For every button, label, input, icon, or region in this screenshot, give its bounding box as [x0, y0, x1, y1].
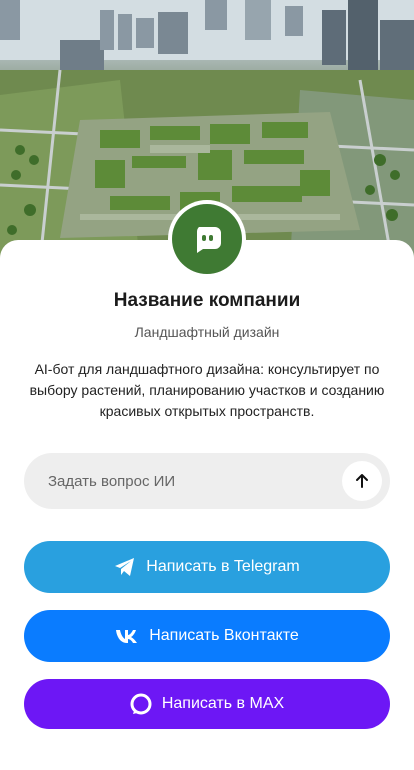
max-button[interactable]: Написать в MAX [24, 679, 390, 729]
avatar [168, 200, 246, 278]
telegram-icon [114, 557, 136, 577]
company-subtitle: Ландшафтный дизайн [134, 324, 280, 340]
company-description: AI-бот для ландшафтного дизайна: консуль… [29, 361, 385, 419]
arrow-up-icon [356, 474, 368, 488]
telegram-button[interactable]: Написать в Telegram [24, 541, 390, 593]
ask-ai-input[interactable] [48, 472, 342, 490]
vk-button-label: Написать Вконтакте [149, 627, 299, 644]
ask-ai-box [24, 453, 390, 509]
vk-icon [115, 628, 139, 644]
max-button-label: Написать в MAX [161, 695, 285, 712]
send-button[interactable] [342, 461, 382, 501]
company-name: Название компании [113, 290, 301, 311]
telegram-button-label: Написать в Telegram [146, 558, 300, 575]
avatar-circle [172, 204, 242, 274]
vk-button[interactable]: Написать Вконтакте [24, 610, 390, 662]
chat-bot-icon [196, 227, 221, 253]
max-icon [130, 693, 152, 715]
